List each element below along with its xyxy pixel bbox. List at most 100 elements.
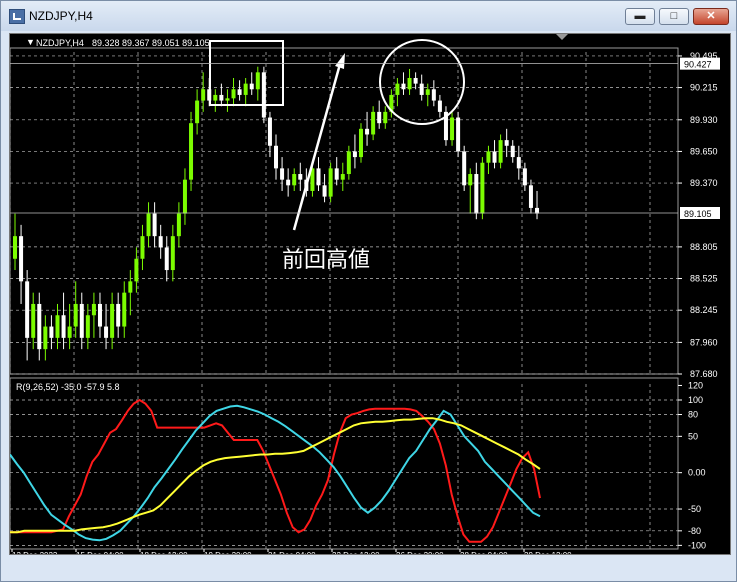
time-tick-label: 13 Dec 2023 bbox=[12, 551, 58, 554]
price-tick-label: 88.525 bbox=[690, 274, 718, 284]
candle-body bbox=[274, 145, 279, 169]
time-tick-label: 26 Dec 20:00 bbox=[396, 551, 444, 554]
candle-body bbox=[480, 162, 485, 214]
candle-body bbox=[510, 145, 515, 158]
price-tick-label: 88.805 bbox=[690, 242, 718, 252]
candle-body bbox=[383, 111, 388, 124]
close-button[interactable]: ✕ bbox=[693, 8, 729, 25]
maximize-button[interactable]: □ bbox=[659, 8, 689, 25]
price-tick-label: 89.650 bbox=[690, 146, 718, 156]
candle-body bbox=[286, 179, 291, 186]
indicator-tick-label: 50 bbox=[688, 431, 698, 441]
candle-body bbox=[73, 303, 78, 327]
candle-body bbox=[140, 236, 145, 259]
candle-body bbox=[316, 168, 321, 186]
restore-icon: □ bbox=[670, 10, 678, 22]
chart-app-icon bbox=[9, 9, 25, 24]
main-price-axis: 90.49590.21589.93089.65089.37088.80588.5… bbox=[10, 51, 720, 379]
candle-body bbox=[255, 72, 260, 90]
indicator-grid bbox=[9, 377, 679, 550]
candle-body bbox=[462, 151, 467, 186]
candle-body bbox=[437, 100, 442, 112]
chart-symbol-label: NZDJPY,H4 bbox=[36, 38, 84, 48]
candle-body bbox=[146, 213, 151, 237]
candle-body bbox=[158, 236, 163, 248]
indicator-tick-label: -80 bbox=[688, 526, 701, 536]
candle-body bbox=[474, 174, 479, 214]
candles bbox=[13, 66, 540, 361]
candle-body bbox=[231, 89, 236, 99]
candle-body bbox=[91, 303, 96, 316]
candle-body bbox=[407, 77, 412, 90]
minimize-icon: ▬ bbox=[634, 10, 646, 22]
indicator-frame bbox=[9, 377, 679, 550]
candle-body bbox=[55, 315, 60, 338]
candle-body bbox=[292, 174, 297, 186]
candle-body bbox=[498, 140, 503, 163]
candle-body bbox=[79, 303, 84, 338]
candle-body bbox=[346, 151, 351, 175]
price-tick-label: 87.960 bbox=[690, 337, 718, 347]
chart-canvas[interactable]: 90.49590.21589.93089.65089.37088.80588.5… bbox=[9, 34, 730, 560]
chart-area[interactable]: 90.495 90.215 89.930 89.650 89.370 88.805 88.5… bbox=[9, 33, 731, 560]
candle-body bbox=[468, 174, 473, 186]
minimize-button[interactable]: ▬ bbox=[625, 8, 655, 25]
candle-body bbox=[110, 303, 115, 338]
candle-body bbox=[152, 213, 157, 237]
candle-body bbox=[486, 151, 491, 163]
candle-body bbox=[419, 83, 424, 95]
candle-body bbox=[425, 89, 430, 95]
candle-body bbox=[237, 89, 242, 95]
scroll-marker-icon bbox=[556, 34, 568, 40]
last-price-label: 89.105 bbox=[684, 209, 712, 219]
candle-body bbox=[134, 258, 139, 282]
candle-body bbox=[352, 151, 357, 158]
time-tick-label: 29 Dec 12:00 bbox=[524, 551, 572, 554]
chart-header-arrow-icon[interactable]: ▼ bbox=[26, 37, 35, 47]
time-tick-label: 19 Dec 20:00 bbox=[204, 551, 252, 554]
candle-body bbox=[504, 140, 509, 146]
candle-body bbox=[37, 303, 42, 350]
price-tick-label: 88.245 bbox=[690, 305, 718, 315]
indicator-line-yellow bbox=[10, 417, 541, 534]
candle-body bbox=[164, 247, 169, 271]
candle-body bbox=[170, 236, 175, 271]
indicator-tick-label: 0.00 bbox=[688, 468, 706, 478]
indicator-tick-label: -100 bbox=[688, 540, 706, 550]
candle-body bbox=[401, 83, 406, 90]
candle-body bbox=[213, 94, 218, 101]
price-tick-label: 89.930 bbox=[690, 115, 718, 125]
chart-window: NZDJPY,H4 ▬ □ ✕ 90.495 90.215 89.930 89.650… bbox=[0, 0, 737, 582]
indicator-label: R(9,26,52) -35.0 -57.9 5.8 bbox=[16, 382, 120, 392]
candle-body bbox=[61, 315, 66, 338]
price-tick-label: 90.215 bbox=[690, 83, 718, 93]
candle-body bbox=[298, 174, 303, 180]
candle-body bbox=[201, 89, 206, 101]
candle-body bbox=[431, 89, 436, 101]
candle-body bbox=[528, 185, 533, 208]
candle-body bbox=[249, 83, 254, 90]
candle-body bbox=[122, 292, 127, 327]
indicator-lines bbox=[9, 398, 541, 543]
candle-body bbox=[450, 117, 455, 141]
annotation-arrow-head bbox=[335, 53, 345, 69]
candle-body bbox=[334, 168, 339, 180]
close-icon: ✕ bbox=[706, 10, 716, 22]
candle-body bbox=[456, 117, 461, 152]
annotation-arrow-line bbox=[292, 63, 342, 231]
candle-body bbox=[31, 303, 36, 338]
current-price-label: 90.427 bbox=[684, 60, 712, 70]
price-tick-label: 89.370 bbox=[690, 178, 718, 188]
candle-body bbox=[492, 151, 497, 163]
candle-body bbox=[322, 185, 327, 197]
candle-body bbox=[261, 72, 266, 118]
time-axis: 13 Dec 2023 15 Dec 04:00 18 Dec 12:00 19 De… bbox=[11, 549, 572, 560]
candle-body bbox=[67, 326, 72, 338]
title-bar[interactable]: NZDJPY,H4 ▬ □ ✕ bbox=[1, 1, 736, 31]
time-tick-label: 15 Dec 04:00 bbox=[76, 551, 124, 554]
window-title: NZDJPY,H4 bbox=[29, 9, 93, 23]
candle-body bbox=[13, 236, 17, 259]
indicator-axis: 120 100 80 50 0.00 -50 -80 -100 bbox=[678, 380, 706, 550]
candle-body bbox=[116, 303, 121, 327]
candle-body bbox=[19, 236, 24, 282]
